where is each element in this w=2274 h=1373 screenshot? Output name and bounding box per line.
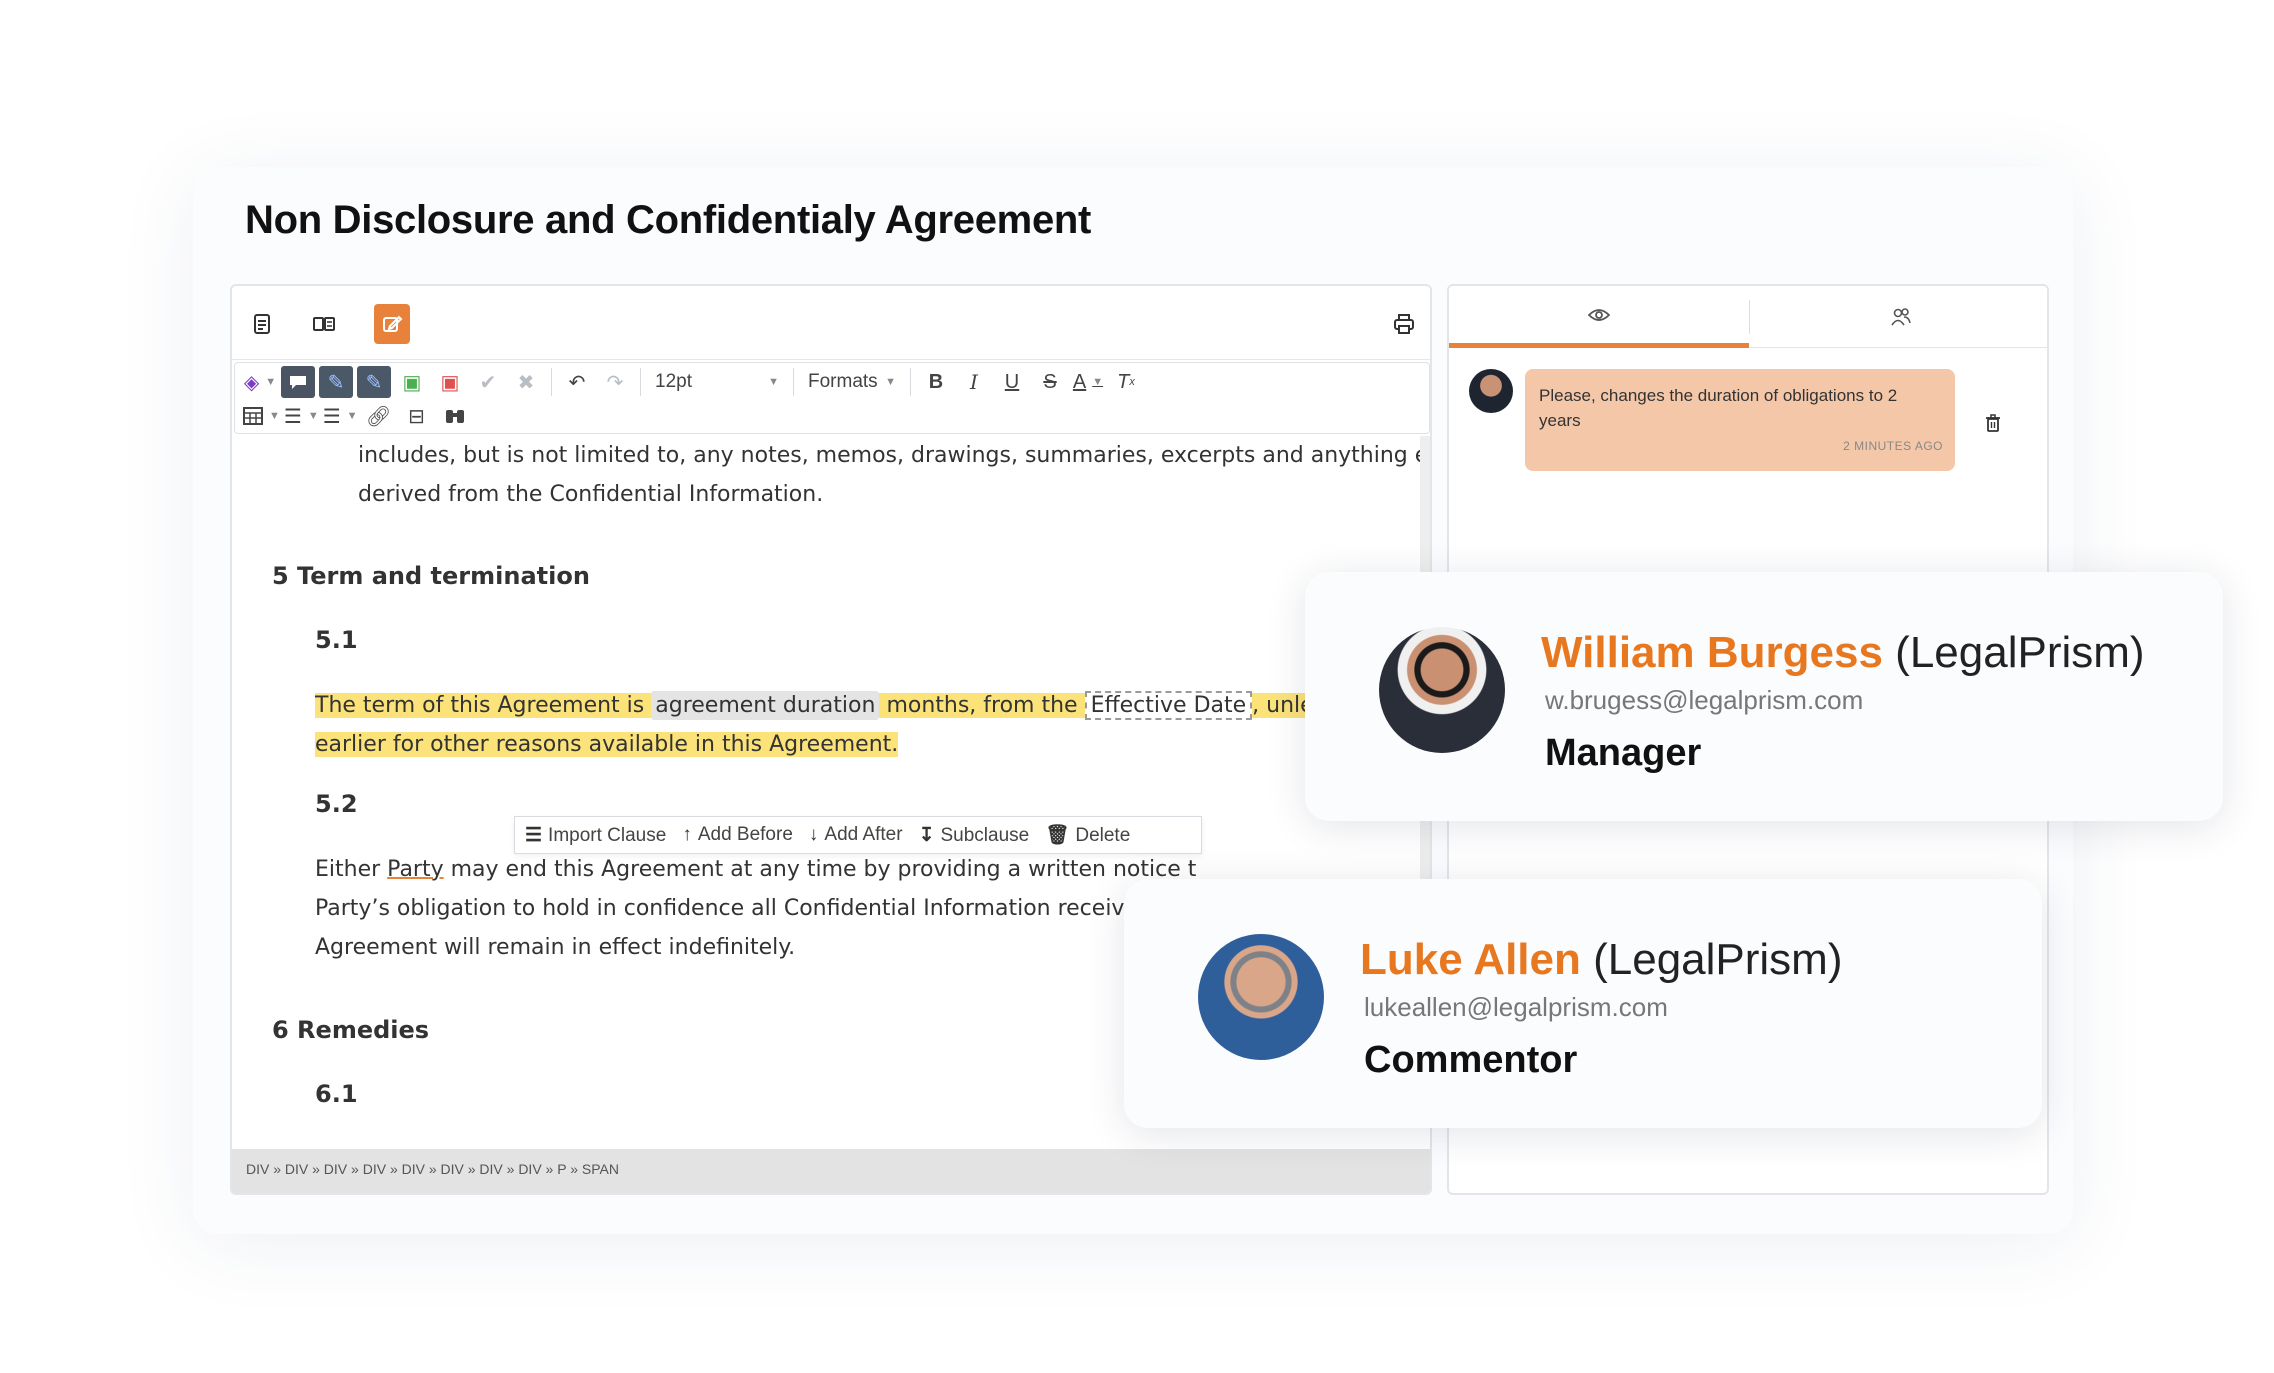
trash-icon[interactable] xyxy=(1985,414,2001,437)
document-icon[interactable] xyxy=(244,304,280,344)
font-size-select[interactable]: 12pt ▼ xyxy=(649,366,785,398)
user-card: William Burgess (LegalPrism) w.brugess@l… xyxy=(1305,572,2223,821)
trash-icon: 🗑︎ xyxy=(1045,825,1070,846)
clause-text-line: Agreement will remain in effect indefini… xyxy=(315,935,796,960)
review-changes-icon[interactable]: ✎ xyxy=(357,366,391,398)
compare-icon[interactable] xyxy=(306,304,342,344)
delete-button[interactable]: 🗑︎ Delete xyxy=(1045,823,1130,847)
paragraph-line: includes, but is not limited to, any not… xyxy=(358,443,1432,468)
clause-context-menu: ☰ Import Clause ↑ Add Before ↓ Add After ↧ S… xyxy=(514,816,1202,854)
font-size-value: 12pt xyxy=(655,371,692,392)
print-icon[interactable] xyxy=(1386,304,1422,344)
page-title: Non Disclosure and Confidentialy Agreeme… xyxy=(245,198,1092,242)
comment-bubble[interactable]: Please, changes the duration of obligati… xyxy=(1525,369,1955,471)
clause-text-line: earlier for other reasons available in t… xyxy=(315,725,899,764)
users-icon xyxy=(1891,308,1911,326)
numbered-list-icon[interactable]: ☰ ▼ xyxy=(323,400,358,432)
clause-text-line: Either Party may end this Agreement at a… xyxy=(315,857,1197,882)
user-role: Manager xyxy=(1545,732,1702,774)
comment-text: Please, changes the duration of obligati… xyxy=(1539,386,1898,430)
variable-field[interactable]: Effective Date xyxy=(1084,691,1253,720)
element-path: DIV » DIV » DIV » DIV » DIV » DIV » DIV … xyxy=(232,1149,1430,1193)
comment-timestamp: 2 MINUTES AGO xyxy=(1843,439,1943,453)
formats-label: Formats xyxy=(808,371,878,392)
user-role: Commentor xyxy=(1364,1039,1578,1081)
avatar xyxy=(1198,934,1324,1060)
toolbar-row-1: ◈ ▼ ✎ ✎ ▣ ▣ ✔ ✖ ↶ ↷ 12pt ▼ Formats ▼ B I U xyxy=(243,365,1143,399)
list-icon: ☰ xyxy=(525,824,543,846)
strikethrough-icon[interactable]: S xyxy=(1033,366,1067,398)
toolbar-separator xyxy=(910,368,911,396)
user-card: Luke Allen (LegalPrism) lukeallen@legalp… xyxy=(1124,879,2042,1128)
user-email: w.brugess@legalprism.com xyxy=(1545,685,1864,715)
add-before-button[interactable]: ↑ Add Before xyxy=(682,824,793,846)
edit-icon[interactable] xyxy=(374,304,410,344)
bold-icon[interactable]: B xyxy=(919,366,953,398)
add-after-button[interactable]: ↓ Add After xyxy=(809,824,903,846)
clause-number: 6.1 xyxy=(315,1080,358,1108)
italic-icon[interactable]: I xyxy=(957,366,991,398)
import-clause-button[interactable]: ☰ Import Clause xyxy=(525,824,666,847)
toolbar-separator xyxy=(551,368,552,396)
underline-icon[interactable]: U xyxy=(995,366,1029,398)
link-icon[interactable]: 🔗︎ xyxy=(362,400,396,432)
avatar xyxy=(1469,369,1513,413)
avatar xyxy=(1379,627,1505,753)
text-color-icon[interactable]: A ▼ xyxy=(1071,366,1105,398)
table-icon[interactable]: ▼ xyxy=(243,400,280,432)
redo-icon[interactable]: ↷ xyxy=(598,366,632,398)
toolbar-row-2: ▼ ☰ ▼ ☰ ▼ 🔗︎ ⊟ xyxy=(243,399,472,433)
accept-icon[interactable]: ✔ xyxy=(471,366,505,398)
clause-text-line: The term of this Agreement is agreement … xyxy=(315,686,1375,725)
reject-icon[interactable]: ✖ xyxy=(509,366,543,398)
reject-doc-icon[interactable]: ▣ xyxy=(433,366,467,398)
format-toolbar: ◈ ▼ ✎ ✎ ▣ ▣ ✔ ✖ ↶ ↷ 12pt ▼ Formats ▼ B I U xyxy=(234,362,1430,434)
party-term[interactable]: Party xyxy=(387,857,443,882)
tab-divider xyxy=(1749,300,1750,334)
chevron-down-icon: ▼ xyxy=(885,376,896,388)
clause-number: 5.1 xyxy=(315,626,358,654)
arrow-down-icon: ↓ xyxy=(808,824,819,845)
accept-doc-icon[interactable]: ▣ xyxy=(395,366,429,398)
highlighted-text: The term of this Agreement is xyxy=(315,693,645,718)
paragraph-line: derived from the Confidential Informatio… xyxy=(358,482,824,507)
editor-topbar xyxy=(232,286,1430,360)
find-icon[interactable] xyxy=(438,400,472,432)
clause-library-icon[interactable]: ◈ ▼ xyxy=(243,366,277,398)
tab-preview[interactable] xyxy=(1449,286,1749,348)
subclause-button[interactable]: ↧ Subclause xyxy=(919,824,1030,847)
variable-chip[interactable]: agreement duration xyxy=(651,691,880,720)
arrow-up-icon: ↑ xyxy=(682,824,692,845)
toolbar-separator xyxy=(640,368,641,396)
highlighted-text: months, from the xyxy=(886,693,1078,718)
bullet-list-icon[interactable]: ☰ ▼ xyxy=(284,400,319,432)
eye-icon xyxy=(1588,308,1610,321)
subclause-icon: ↧ xyxy=(918,824,935,846)
user-name: Luke Allen (LegalPrism) xyxy=(1360,935,1843,984)
section-heading: 5 Term and termination xyxy=(272,562,590,590)
track-changes-icon[interactable]: ✎ xyxy=(319,366,353,398)
page-break-icon[interactable]: ⊟ xyxy=(400,400,434,432)
undo-icon[interactable]: ↶ xyxy=(560,366,594,398)
toolbar-separator xyxy=(793,368,794,396)
tab-collaborators[interactable] xyxy=(1751,286,2047,348)
user-name: William Burgess (LegalPrism) xyxy=(1541,628,2145,677)
chevron-down-icon: ▼ xyxy=(768,376,779,388)
comment-icon[interactable] xyxy=(281,366,315,398)
clause-text-line: Party’s obligation to hold in confidence… xyxy=(315,896,1173,921)
user-email: lukeallen@legalprism.com xyxy=(1364,992,1668,1022)
clause-number: 5.2 xyxy=(315,790,358,818)
formats-select[interactable]: Formats ▼ xyxy=(802,366,902,398)
highlighted-text: earlier for other reasons available in t… xyxy=(315,732,899,757)
panel-tabs xyxy=(1449,286,2047,348)
clear-format-icon[interactable]: Tx xyxy=(1109,366,1143,398)
section-heading: 6 Remedies xyxy=(272,1016,430,1044)
